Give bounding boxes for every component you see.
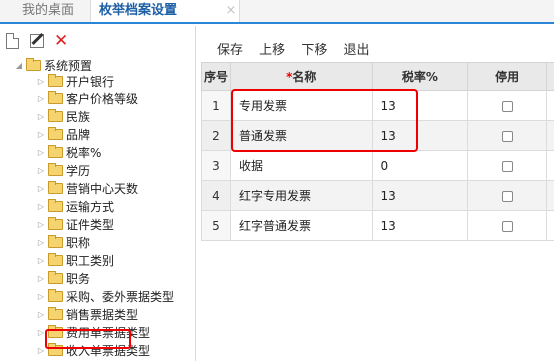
- tab-bar: 我的桌面 枚举档案设置 ×: [0, 0, 554, 24]
- tree-item[interactable]: ▷ 职务: [36, 271, 90, 287]
- tree-item[interactable]: ▷ 客户价格等级: [36, 91, 138, 107]
- tax-cell[interactable]: 0: [371, 150, 469, 181]
- tax-cell[interactable]: 13: [371, 180, 469, 211]
- column-header-disabled[interactable]: 停用: [467, 62, 547, 91]
- tree-item[interactable]: ▷ 证件类型: [36, 217, 114, 233]
- collapsed-arrow-icon[interactable]: ▷: [36, 253, 46, 269]
- save-button[interactable]: 保存: [217, 39, 243, 58]
- tree-item[interactable]: ▷ 品牌: [36, 127, 90, 143]
- extra-cell: [545, 180, 554, 211]
- folder-icon: [48, 217, 63, 230]
- folder-icon: [48, 91, 63, 104]
- collapsed-arrow-icon[interactable]: ▷: [36, 127, 46, 143]
- folder-icon: [48, 181, 63, 194]
- disabled-checkbox[interactable]: [501, 190, 513, 202]
- folder-icon: [48, 307, 63, 320]
- tree-toolbar: ✕: [6, 33, 86, 51]
- collapsed-arrow-icon[interactable]: ▷: [36, 217, 46, 233]
- extra-cell: [545, 120, 554, 151]
- column-header-name[interactable]: *名称: [229, 62, 373, 91]
- column-header-index: 序号: [201, 62, 231, 91]
- disabled-checkbox[interactable]: [501, 220, 513, 232]
- edit-icon[interactable]: [30, 34, 44, 48]
- collapsed-arrow-icon[interactable]: ▷: [36, 289, 46, 305]
- folder-icon: [26, 58, 41, 71]
- extra-cell: [545, 90, 554, 121]
- collapsed-arrow-icon[interactable]: ▷: [36, 181, 46, 197]
- disabled-cell: [467, 90, 547, 121]
- collapsed-arrow-icon[interactable]: ▷: [36, 235, 46, 251]
- tree-item[interactable]: ▷ 民族: [36, 109, 90, 125]
- folder-icon: [48, 74, 63, 87]
- close-icon[interactable]: ×: [224, 0, 238, 22]
- collapsed-arrow-icon[interactable]: ▷: [36, 271, 46, 287]
- new-document-icon[interactable]: [6, 33, 19, 49]
- table-row[interactable]: 5 红字普通发票 13: [201, 210, 554, 241]
- folder-icon: [48, 235, 63, 248]
- tree-item-selected[interactable]: ▷ 销售票据类型: [36, 307, 138, 323]
- archive-tree-panel: ✕ ◢ 系统预置 ▷ 开户银行 ▷ 客户价格等级 ▷ 民族 ▷ 品牌 ▷ 税率% ▷ 学历 ▷…: [0, 26, 196, 361]
- grid-toolbar: 保存 上移 下移 退出: [217, 39, 381, 58]
- delete-icon[interactable]: ✕: [54, 33, 70, 50]
- folder-icon: [48, 271, 63, 284]
- grid-header-row: 序号 *名称 税率% 停用: [201, 62, 554, 91]
- disabled-cell: [467, 120, 547, 151]
- tree-item[interactable]: ▷ 采购、委外票据类型: [36, 289, 174, 305]
- disabled-cell: [467, 180, 547, 211]
- enum-detail-panel: 保存 上移 下移 退出 序号 *名称 税率% 停用 1 专用发票 13 2 普通…: [201, 26, 554, 361]
- tree-item[interactable]: ▷ 职称: [36, 235, 90, 251]
- folder-icon: [48, 253, 63, 266]
- name-cell[interactable]: 红字普通发票: [229, 210, 373, 241]
- collapsed-arrow-icon[interactable]: ▷: [36, 145, 46, 161]
- tree-item[interactable]: ▷ 运输方式: [36, 199, 114, 215]
- name-cell[interactable]: 收据: [229, 150, 373, 181]
- folder-icon: [48, 127, 63, 140]
- expanded-arrow-icon[interactable]: ◢: [14, 58, 24, 74]
- disabled-cell: [467, 150, 547, 181]
- tab-my-desktop[interactable]: 我的桌面: [10, 0, 86, 22]
- row-index: 5: [201, 210, 231, 241]
- tree-item[interactable]: ▷ 学历: [36, 163, 90, 179]
- collapsed-arrow-icon[interactable]: ▷: [36, 163, 46, 179]
- column-header-tax[interactable]: 税率%: [371, 62, 469, 91]
- collapsed-arrow-icon[interactable]: ▷: [36, 91, 46, 107]
- tab-enum-settings[interactable]: 枚举档案设置: [90, 0, 240, 22]
- tab-enum-settings-label: 枚举档案设置: [99, 3, 178, 18]
- collapsed-arrow-icon[interactable]: ▷: [36, 199, 46, 215]
- collapsed-arrow-icon[interactable]: ▷: [36, 109, 46, 125]
- folder-icon: [48, 199, 63, 212]
- extra-cell: [545, 210, 554, 241]
- folder-icon: [48, 289, 63, 302]
- row-index: 4: [201, 180, 231, 211]
- move-down-button[interactable]: 下移: [301, 39, 327, 58]
- disabled-checkbox[interactable]: [501, 130, 513, 142]
- tree-item[interactable]: ▷ 营销中心天数: [36, 181, 138, 197]
- row-index: 2: [201, 120, 231, 151]
- collapsed-arrow-icon[interactable]: ▷: [36, 74, 46, 90]
- folder-icon: [48, 145, 63, 158]
- move-up-button[interactable]: 上移: [259, 39, 285, 58]
- table-row[interactable]: 4 红字专用发票 13: [201, 180, 554, 211]
- exit-button[interactable]: 退出: [343, 39, 369, 58]
- row-index: 3: [201, 150, 231, 181]
- rows-highlight: [231, 89, 418, 152]
- name-cell[interactable]: 红字专用发票: [229, 180, 373, 211]
- tree-root-system-preset[interactable]: ◢ 系统预置: [14, 58, 92, 74]
- extra-cell: [545, 150, 554, 181]
- tree-item[interactable]: ▷ 税率%: [36, 145, 101, 161]
- table-row[interactable]: 3 收据 0: [201, 150, 554, 181]
- tree-item[interactable]: ▷ 职工类别: [36, 253, 114, 269]
- folder-icon: [48, 109, 63, 122]
- folder-icon: [48, 163, 63, 176]
- tax-cell[interactable]: 13: [371, 210, 469, 241]
- row-index: 1: [201, 90, 231, 121]
- tree-item[interactable]: ▷ 开户银行: [36, 74, 114, 90]
- disabled-cell: [467, 210, 547, 241]
- disabled-checkbox[interactable]: [501, 160, 513, 172]
- disabled-checkbox[interactable]: [501, 100, 513, 112]
- column-header-extra: [545, 62, 554, 91]
- collapsed-arrow-icon[interactable]: ▷: [36, 307, 46, 323]
- selected-item-highlight: [45, 329, 131, 349]
